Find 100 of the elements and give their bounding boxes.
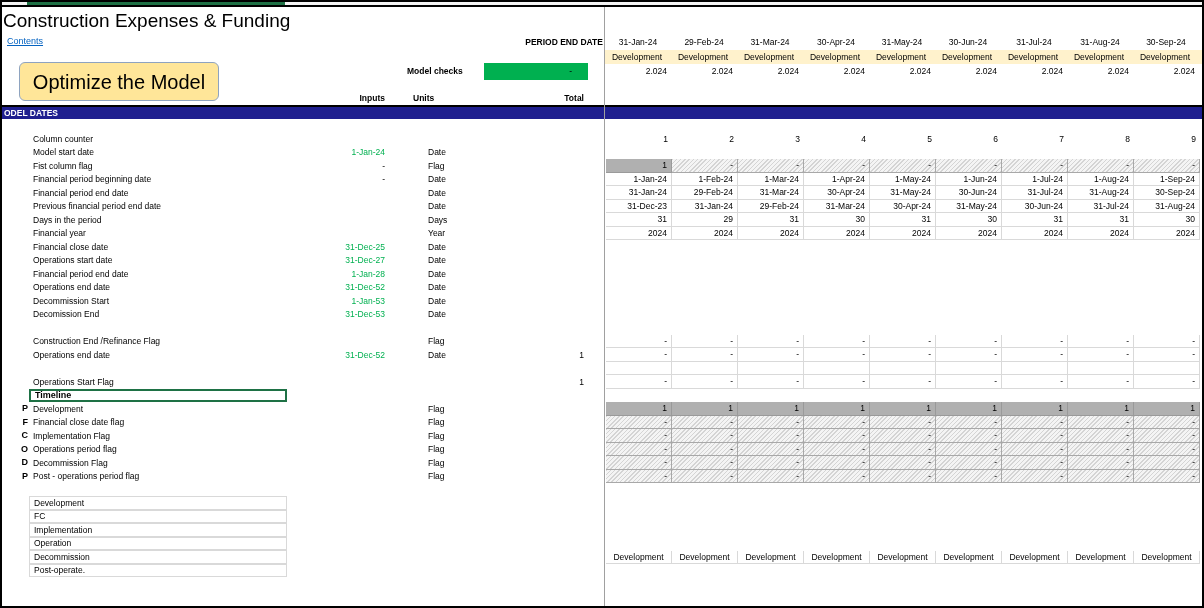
table-cell: Development: [804, 550, 870, 564]
row-label[interactable]: Model start date: [29, 145, 287, 159]
table-cell: -: [1068, 334, 1134, 348]
row-label[interactable]: Decommission Start: [29, 294, 287, 308]
row-label[interactable]: Financial period end date: [29, 186, 287, 200]
period-date: 31-Aug-24: [1079, 35, 1121, 49]
period-end-label: PERIOD END DATE: [525, 35, 603, 49]
table-cell: 30: [804, 213, 870, 227]
table-cell: 2024: [672, 226, 738, 240]
row-label[interactable]: Construction End /Refinance Flag: [29, 334, 287, 348]
period-date: 29-Feb-24: [683, 35, 725, 49]
table-cell: -: [936, 348, 1002, 362]
row-label[interactable]: Implementation: [29, 523, 287, 537]
table-cell: 2024: [870, 226, 936, 240]
input-value: -: [382, 161, 385, 170]
row-label[interactable]: Previous financial period end date: [29, 199, 287, 213]
table-cell: -: [1134, 375, 1200, 389]
table-cell: -: [1002, 159, 1068, 173]
row-label[interactable]: Operations end date: [29, 280, 287, 294]
row-label[interactable]: Operations start date: [29, 253, 287, 267]
table-cell: 1: [738, 402, 804, 416]
table-cell: 1-Jul-24: [1002, 172, 1068, 186]
table-cell: 31-Mar-24: [738, 186, 804, 200]
row-label[interactable]: Financial period end date: [29, 267, 287, 281]
table-cell: -: [1134, 456, 1200, 470]
table-cell-text: 2: [728, 132, 735, 146]
row-label[interactable]: Post-operate.: [29, 563, 287, 577]
row-label[interactable]: Operations period flag: [29, 442, 287, 456]
unit-label: Flag: [428, 430, 445, 441]
phase-cell-text: Development: [1138, 50, 1192, 64]
phase-cell-text: Development: [808, 50, 862, 64]
year-value: 2.024: [776, 64, 800, 78]
table-cell: 1-May-24: [870, 172, 936, 186]
phase-cell-text: Development: [1072, 50, 1126, 64]
table-cell: 2024: [1002, 226, 1068, 240]
unit-label: Date: [428, 174, 446, 184]
table-cell: -: [804, 348, 870, 362]
row-prefix: P: [22, 471, 28, 481]
input-value: 1-Jan-53: [351, 296, 385, 305]
year-value: 2.024: [1172, 64, 1196, 78]
table-cell: 31: [1002, 213, 1068, 227]
row-label[interactable]: Decomission End: [29, 307, 287, 321]
table-cell: -: [1134, 159, 1200, 173]
unit-label: Date: [428, 255, 446, 265]
table-cell: 30: [936, 213, 1002, 227]
table-cell: 30-Apr-24: [804, 186, 870, 200]
row-prefix: D: [21, 458, 28, 468]
table-cell: 1-Apr-24: [804, 172, 870, 186]
table-cell: -: [804, 334, 870, 348]
table-cell: Development: [1068, 550, 1134, 564]
unit-label: Date: [428, 147, 446, 157]
row-label[interactable]: Financial close date: [29, 240, 287, 254]
table-cell: 31-Aug-24: [1068, 186, 1134, 200]
table-cell: -: [1134, 429, 1200, 443]
table-cell: 2024: [606, 226, 672, 240]
year-value: 2.024: [974, 64, 998, 78]
row-label[interactable]: Financial close date flag: [29, 415, 287, 429]
row-label[interactable]: Implementation Flag: [29, 429, 287, 443]
table-cell: -: [738, 348, 804, 362]
row-label[interactable]: Operation: [29, 536, 287, 550]
row-label[interactable]: Development: [29, 496, 287, 510]
year-value: 2.024: [710, 64, 734, 78]
row-prefix: F: [22, 417, 28, 427]
row-label[interactable]: Timeline: [29, 388, 287, 402]
row-label[interactable]: FC: [29, 509, 287, 523]
unit-label: Flag: [428, 160, 445, 171]
row-label[interactable]: Development: [29, 402, 287, 416]
model-checks-label: Model checks: [407, 64, 464, 78]
table-cell: 31-May-24: [870, 186, 936, 200]
row-label[interactable]: Financial year: [29, 226, 287, 240]
row-label[interactable]: Operations Start Flag: [29, 375, 287, 389]
table-cell-text: 3: [794, 132, 801, 146]
table-cell: 31-Aug-24: [1134, 199, 1200, 213]
optimize-button[interactable]: Optimize the Model: [19, 62, 219, 101]
row-label[interactable]: Decommission Flag: [29, 456, 287, 470]
table-cell: -: [1002, 375, 1068, 389]
table-cell: 2024: [1134, 226, 1200, 240]
table-cell: 31-Mar-24: [804, 199, 870, 213]
table-cell: -: [606, 429, 672, 443]
year-value: 2.024: [644, 64, 668, 78]
contents-link[interactable]: Contents: [7, 35, 44, 49]
input-value: -: [382, 175, 385, 184]
row-label[interactable]: Column counter: [29, 132, 287, 146]
input-value: 31-Dec-27: [345, 256, 385, 265]
year-value: 2.024: [1040, 64, 1064, 78]
unit-label: Days: [428, 214, 448, 225]
row-label[interactable]: Financial period beginning date: [29, 172, 287, 186]
table-cell: -: [672, 334, 738, 348]
table-cell: -: [672, 429, 738, 443]
row-label[interactable]: Decommission: [29, 550, 287, 564]
table-cell: 31-Jul-24: [1002, 186, 1068, 200]
table-cell: -: [738, 159, 804, 173]
row-label[interactable]: Fist column flag: [29, 159, 287, 173]
row-label[interactable]: Post - operations period flag: [29, 469, 287, 483]
table-cell: 30-Apr-24: [870, 199, 936, 213]
empty-cell: [738, 361, 804, 375]
row-label[interactable]: Operations end date: [29, 348, 287, 362]
row-label[interactable]: Days in the period: [29, 213, 287, 227]
table-cell: Development: [1134, 550, 1200, 564]
table-cell: -: [1068, 429, 1134, 443]
